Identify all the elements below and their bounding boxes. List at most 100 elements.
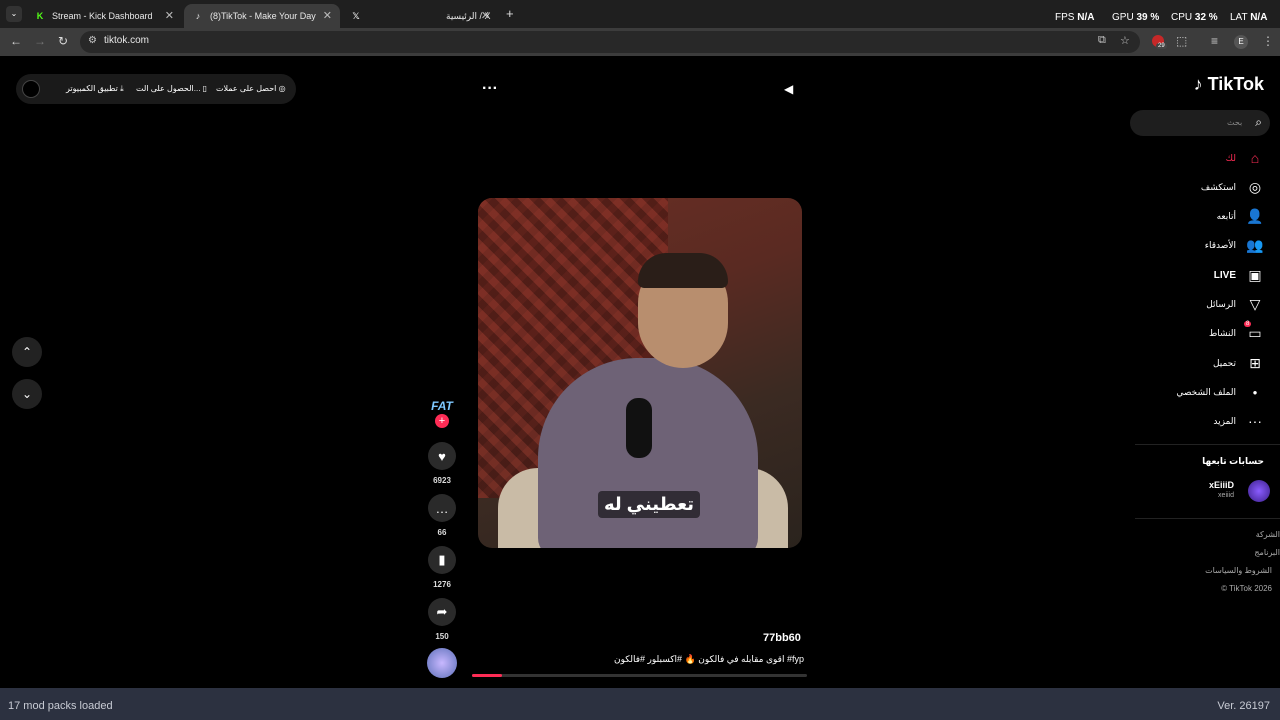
tiktok-page: تطبيق الكمبيوتر ⤓ الحصول على الت... ▯ اح…: [0, 58, 1280, 688]
lat-readout: LAT N/A: [1230, 12, 1267, 23]
footer-link-terms[interactable]: الشروط والسياسات: [1205, 566, 1272, 575]
like-button[interactable]: ♥: [428, 442, 456, 470]
sidebar-item-profile[interactable]: الملف الشخصي ●: [1176, 382, 1264, 402]
sidebar-item-activity[interactable]: النشاط ▭ 8: [1208, 320, 1264, 343]
share-button[interactable]: ➦: [428, 598, 456, 626]
chevron-up-icon: ⌃: [21, 345, 33, 359]
media-controls-icon[interactable]: ≡: [1211, 34, 1218, 48]
profile-avatar[interactable]: E: [1234, 35, 1248, 49]
volume-icon[interactable]: ◀: [784, 82, 793, 96]
user-follow-icon: 👤: [1246, 207, 1264, 224]
video-player[interactable]: تعطيني له: [478, 198, 802, 548]
address-bar: ← → ↻ ⚙ tiktok.com ⧉ ☆ 29 ⬚ ≡ E ⋮: [0, 28, 1280, 56]
install-icon[interactable]: ⧉: [1098, 34, 1106, 47]
forward-icon[interactable]: →: [34, 34, 46, 48]
menu-icon[interactable]: ⋮: [1262, 34, 1274, 48]
close-icon[interactable]: ✕: [165, 9, 174, 22]
share-icon: ➦: [436, 604, 448, 619]
gpu-value: 39 %: [1136, 12, 1160, 23]
footer-link-program[interactable]: البرنامج: [1254, 548, 1280, 557]
footer-copyright: © TikTok 2026: [1221, 584, 1272, 593]
sidebar-item-label: المزيد: [1213, 415, 1236, 426]
get-coins-label: احصل على عملات: [216, 84, 277, 93]
tab-x[interactable]: 𝕏 الرئيسية / X ✕: [342, 4, 498, 28]
share-count: 150: [435, 632, 449, 641]
download-icon: ⤓: [120, 84, 124, 93]
bookmark-icon: ▮: [438, 552, 446, 567]
desktop-app-link[interactable]: تطبيق الكمبيوتر ⤓: [66, 84, 124, 94]
comment-button[interactable]: …: [428, 494, 456, 522]
tiktok-note-icon: ♪: [1193, 74, 1203, 94]
following-title: حسابات تابعها: [1202, 456, 1264, 466]
search-box[interactable]: بحث ⌕: [1130, 110, 1270, 136]
account-avatar[interactable]: [22, 80, 40, 98]
gpu-label: GPU: [1112, 12, 1134, 23]
sidebar-item-upload[interactable]: تحميل ⊞: [1213, 353, 1264, 373]
activity-icon: ▭ 8: [1244, 320, 1262, 341]
tab-search-button[interactable]: ⌄: [6, 6, 22, 22]
tab-strip: ⌄ K Stream - Kick Dashboard ✕ ♪ (8)TikTo…: [0, 0, 1280, 28]
sidebar-item-label: الأصدقاء: [1204, 239, 1236, 250]
comment-count: 66: [437, 528, 447, 537]
sidebar-divider: [1135, 444, 1280, 445]
sidebar-item-messages[interactable]: الرسائل ▽: [1206, 294, 1264, 314]
sidebar-item-friends[interactable]: الأصدقاء 👥: [1205, 235, 1264, 255]
more-options-icon[interactable]: ···: [482, 80, 498, 98]
video-caption: تعطيني له: [598, 491, 701, 518]
get-app-link[interactable]: الحصول على الت... ▯: [136, 84, 207, 93]
following-account[interactable]: xEiiiD xeiiid: [1172, 478, 1272, 506]
video-author[interactable]: 77bb60: [763, 632, 801, 644]
search-icon[interactable]: ⌕: [1255, 115, 1262, 130]
sidebar-item-label: النشاط: [1208, 327, 1236, 338]
video-description: اقوى مقابله في فالكون 🔥 #اكسبلور #فالكون…: [614, 654, 804, 664]
next-video-button[interactable]: ⌄: [12, 379, 42, 409]
tab-title: (8)TikTok - Make Your Day: [210, 11, 316, 21]
close-icon[interactable]: ✕: [323, 9, 332, 22]
follow-plus-button[interactable]: +: [435, 414, 449, 428]
tab-tiktok[interactable]: ♪ (8)TikTok - Make Your Day ✕: [184, 4, 340, 28]
bookmark-star-icon[interactable]: ☆: [1120, 34, 1130, 47]
sidebar-item-explore[interactable]: استكشف ◎: [1201, 177, 1264, 197]
heart-icon: ♥: [438, 448, 446, 464]
friends-icon: 👥: [1246, 236, 1264, 253]
sidebar-item-label: تحميل: [1212, 357, 1236, 368]
logo-text: TikTok: [1207, 74, 1264, 94]
url-field[interactable]: ⚙ tiktok.com ⧉ ☆: [80, 31, 1140, 53]
search-placeholder: بحث: [1227, 118, 1243, 127]
version-label: Ver. 26197: [1217, 700, 1270, 712]
get-coins-link[interactable]: احصل على عملات ◎: [216, 84, 286, 93]
tab-kick[interactable]: K Stream - Kick Dashboard ✕: [26, 4, 182, 28]
mod-packs-status: 17 mod packs loaded: [8, 700, 113, 712]
footer-link-company[interactable]: الشركة: [1256, 530, 1280, 539]
sidebar-item-following[interactable]: أتابعه 👤: [1217, 206, 1264, 226]
home-icon: ⌂: [1250, 150, 1260, 166]
music-disc[interactable]: [427, 648, 457, 678]
site-info-icon[interactable]: ⚙: [88, 35, 97, 46]
puzzle-icon[interactable]: ⬚: [1176, 34, 1187, 48]
gpu-readout: GPU 39 %: [1112, 12, 1159, 23]
fps-readout: FPS N/A: [1055, 12, 1094, 23]
reload-icon[interactable]: ↻: [58, 34, 68, 48]
comment-icon: …: [435, 500, 449, 516]
coin-icon: ◎: [278, 84, 286, 93]
video-progress-fill: [472, 674, 503, 677]
desktop-app-label: تطبيق الكمبيوتر: [66, 84, 118, 93]
close-icon[interactable]: ✕: [481, 9, 490, 22]
cpu-value: 32 %: [1194, 12, 1218, 23]
send-icon: ▽: [1249, 295, 1261, 312]
back-icon[interactable]: ←: [10, 34, 22, 48]
sidebar-item-more[interactable]: المزيد ···: [1213, 411, 1264, 431]
video-progress-bar[interactable]: [472, 674, 807, 677]
save-button[interactable]: ▮: [428, 546, 456, 574]
new-tab-button[interactable]: +: [506, 6, 514, 21]
upload-icon: ⊞: [1249, 354, 1261, 371]
previous-video-button[interactable]: ⌃: [12, 337, 42, 367]
like-count: 6923: [433, 476, 451, 485]
chevron-down-icon: ⌄: [21, 387, 33, 401]
profile-icon: ●: [1252, 387, 1258, 397]
sidebar-item-live[interactable]: LIVE ▣: [1214, 265, 1264, 285]
tiktok-logo[interactable]: ♪ TikTok: [1194, 74, 1264, 95]
kick-icon: K: [36, 11, 44, 21]
sidebar-item-for-you[interactable]: لك ⌂: [1226, 148, 1264, 168]
activity-badge: 8: [1244, 320, 1252, 327]
